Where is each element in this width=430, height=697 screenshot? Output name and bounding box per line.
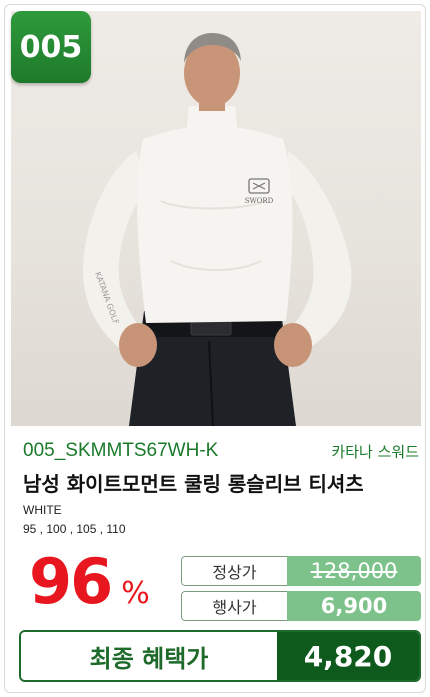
item-number-badge: 005: [11, 11, 91, 83]
sale-price-value: 6,900: [287, 591, 421, 621]
final-price-box: 최종 혜택가 4,820: [19, 630, 421, 682]
product-code: 005_SKMMTS67WH-K: [23, 440, 219, 461]
sale-price-row: 행사가 6,900: [181, 591, 421, 621]
brand-name[interactable]: 카타나 스워드: [331, 441, 419, 462]
final-price-value: 4,820: [277, 632, 419, 680]
product-card[interactable]: SWORD KATANA GOLF 005 005_SKMMTS67WH-K 카…: [4, 4, 426, 693]
discount-number: 96: [29, 545, 113, 618]
normal-price-label: 정상가: [181, 556, 287, 586]
product-color: WHITE: [23, 503, 62, 517]
normal-price-value: 128,000: [287, 556, 421, 586]
product-title[interactable]: 남성 화이트모먼트 쿨링 롱슬리브 티셔츠: [23, 468, 423, 497]
discount-rate: 96 %: [29, 545, 150, 625]
sale-price-label: 행사가: [181, 591, 287, 621]
normal-price-row: 정상가 128,000: [181, 556, 421, 586]
chest-logo-text: SWORD: [245, 197, 274, 205]
product-sizes: 95 , 100 , 105 , 110: [23, 522, 126, 536]
final-price-label: 최종 혜택가: [21, 632, 277, 680]
product-meta-row: 005_SKMMTS67WH-K 카타나 스워드: [23, 439, 419, 463]
badge-number: 005: [19, 29, 83, 65]
discount-percent-sign: %: [121, 576, 150, 611]
